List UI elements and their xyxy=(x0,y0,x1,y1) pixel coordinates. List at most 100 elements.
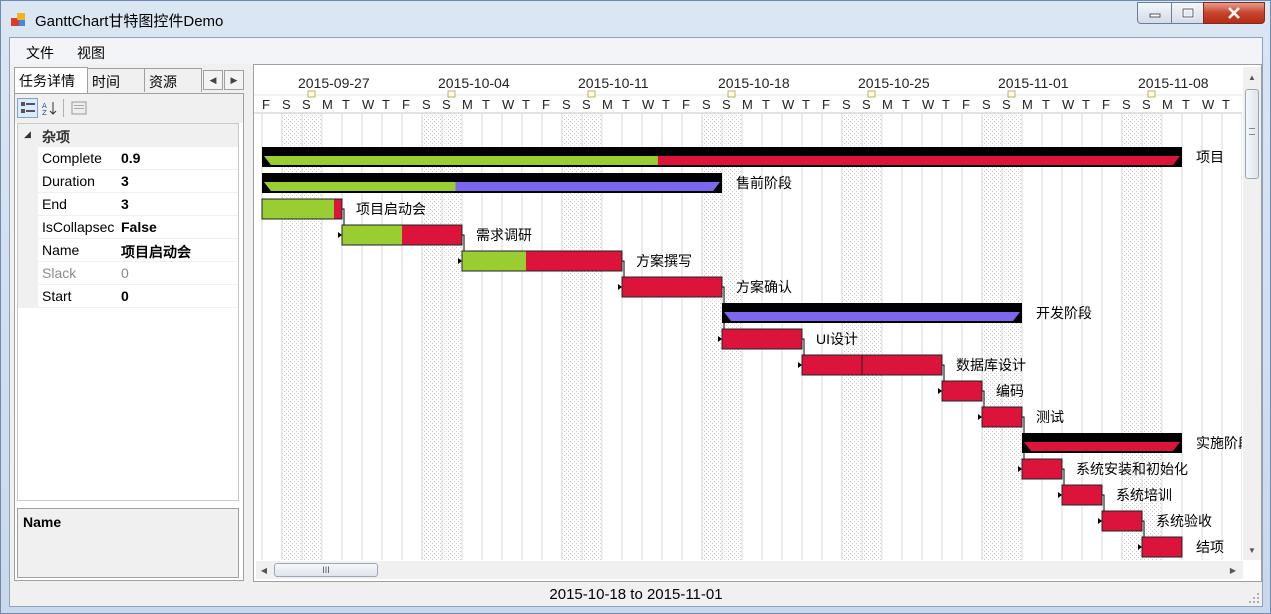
property-name: IsCollapsec xyxy=(42,219,115,235)
task-label[interactable]: 需求调研 xyxy=(476,227,532,243)
scroll-left-icon[interactable]: ◀ xyxy=(256,562,272,578)
maximize-button[interactable] xyxy=(1171,2,1204,24)
task-bar[interactable] xyxy=(981,406,1023,428)
task-label[interactable]: 系统验收 xyxy=(1156,513,1212,529)
task-label[interactable]: 售前阶段 xyxy=(736,175,792,191)
day-letter: S xyxy=(422,97,431,112)
status-bar: 2015-10-18 to 2015-11-01 xyxy=(10,584,1262,606)
task-label[interactable]: 项目 xyxy=(1196,149,1224,165)
menu-file[interactable]: 文件 xyxy=(26,43,54,63)
day-letter: T xyxy=(482,97,490,112)
day-letter: S xyxy=(1142,97,1151,112)
task-label[interactable]: 实施阶段 xyxy=(1196,435,1242,451)
status-date-range: 2015-10-18 to 2015-11-01 xyxy=(549,586,723,603)
window-title: GanttChart甘特图控件Demo xyxy=(35,13,224,30)
summary-progress xyxy=(264,156,658,165)
task-label[interactable]: 系统安装和初始化 xyxy=(1076,461,1188,477)
task-bar[interactable] xyxy=(1141,536,1183,558)
tab-scroll-left-button[interactable]: ◀ xyxy=(203,70,223,90)
tab-time[interactable]: 时间 xyxy=(87,68,145,92)
day-letter: M xyxy=(742,97,753,112)
horizontal-scrollbar[interactable]: ◀ III ▶ xyxy=(256,561,1243,579)
task-label[interactable]: 测试 xyxy=(1036,409,1064,425)
tab-task-details[interactable]: 任务详情 xyxy=(14,67,88,93)
property-category[interactable]: ◢ 杂项 xyxy=(18,124,238,147)
tab-scroll-right-button[interactable]: ▶ xyxy=(224,70,244,90)
property-row[interactable]: Start 0 xyxy=(18,285,238,308)
arrow-right-icon: ▶ xyxy=(230,74,238,85)
property-row[interactable]: Complete 0.9 xyxy=(18,147,238,170)
day-letter: T xyxy=(382,97,390,112)
scroll-down-icon[interactable]: ▼ xyxy=(1244,542,1260,558)
gantt-canvas[interactable]: 2015-09-27 2015-10-04 2015-10-11 2015-10-18… xyxy=(254,65,1242,560)
task-bar[interactable] xyxy=(721,328,803,350)
property-grid: ◢ 杂项 Complete 0.9 Duration 3 End 3 IsCollapsec… xyxy=(17,123,239,501)
day-letter: W xyxy=(922,97,935,112)
day-letter: S xyxy=(582,97,591,112)
task-label[interactable]: 结项 xyxy=(1196,539,1224,555)
property-value[interactable]: False xyxy=(121,219,157,235)
title-bar[interactable]: GanttChart甘特图控件Demo xyxy=(1,1,1270,37)
task-label[interactable]: UI设计 xyxy=(816,331,858,347)
task-label[interactable]: 开发阶段 xyxy=(1036,305,1092,321)
vertical-scroll-thumb[interactable] xyxy=(1245,89,1259,179)
property-value[interactable]: 3 xyxy=(121,173,129,189)
day-letter: T xyxy=(1042,97,1050,112)
task-bar[interactable] xyxy=(1061,484,1103,506)
property-value[interactable]: 0 xyxy=(121,288,129,304)
day-letter: T xyxy=(622,97,630,112)
task-label[interactable]: 项目启动会 xyxy=(356,201,426,217)
task-label[interactable]: 数据库设计 xyxy=(956,357,1026,373)
property-row[interactable]: Name 项目启动会 xyxy=(18,239,238,262)
day-letter: T xyxy=(802,97,810,112)
row-gutter xyxy=(18,170,38,193)
property-row[interactable]: IsCollapsec False xyxy=(18,216,238,239)
property-row[interactable]: End 3 xyxy=(18,193,238,216)
task-bar[interactable] xyxy=(1101,510,1143,532)
horizontal-scroll-thumb[interactable]: III xyxy=(274,563,378,577)
task-bar[interactable] xyxy=(801,354,863,376)
property-value[interactable]: 0.9 xyxy=(121,150,140,166)
task-label[interactable]: 编码 xyxy=(996,383,1024,399)
categorized-button[interactable] xyxy=(17,98,38,118)
property-pages-icon xyxy=(71,101,86,115)
day-letter: S xyxy=(1122,97,1131,112)
tab-resources[interactable]: 资源 xyxy=(144,68,202,92)
property-pages-button[interactable] xyxy=(68,98,89,118)
menu-view[interactable]: 视图 xyxy=(77,43,105,63)
day-letter: M xyxy=(1022,97,1033,112)
app-window: GanttChart甘特图控件Demo 文件 视图 任务详情 时间 资源 ◀ ▶ xyxy=(0,0,1271,614)
vertical-scrollbar[interactable]: ▲ ▼ xyxy=(1243,67,1261,560)
property-name: Slack xyxy=(42,265,77,281)
minimize-button[interactable] xyxy=(1137,2,1172,24)
day-letter: M xyxy=(882,97,893,112)
task-label[interactable]: 方案确认 xyxy=(736,279,792,295)
task-label[interactable]: 方案撰写 xyxy=(636,253,692,269)
task-bar[interactable] xyxy=(861,354,943,376)
summary-progress xyxy=(264,182,456,191)
scroll-right-icon[interactable]: ▶ xyxy=(1225,562,1241,578)
help-title: Name xyxy=(23,514,62,530)
day-letter: T xyxy=(522,97,530,112)
gantt-chart[interactable]: 2015-09-27 2015-10-04 2015-10-11 2015-10-18… xyxy=(253,64,1262,582)
task-bar[interactable] xyxy=(941,380,983,402)
task-bar[interactable] xyxy=(621,276,723,298)
dependency-arrow xyxy=(978,414,982,420)
task-progress xyxy=(262,199,334,219)
alphabetical-button[interactable]: AZ xyxy=(39,98,60,118)
day-letter: S xyxy=(562,97,571,112)
day-letter: M xyxy=(602,97,613,112)
property-value[interactable]: 项目启动会 xyxy=(121,242,191,262)
task-bar[interactable] xyxy=(1021,458,1063,480)
property-name: Complete xyxy=(42,150,102,166)
collapse-triangle-icon[interactable]: ◢ xyxy=(24,129,31,140)
task-label[interactable]: 系统培训 xyxy=(1116,487,1172,503)
property-row[interactable]: Slack 0 xyxy=(18,262,238,285)
scroll-up-icon[interactable]: ▲ xyxy=(1244,69,1260,85)
day-letter: T xyxy=(342,97,350,112)
property-value[interactable]: 0 xyxy=(121,265,129,281)
close-button[interactable] xyxy=(1203,2,1265,24)
resize-grip-icon[interactable] xyxy=(1248,592,1260,604)
property-value[interactable]: 3 xyxy=(121,196,129,212)
property-row[interactable]: Duration 3 xyxy=(18,170,238,193)
